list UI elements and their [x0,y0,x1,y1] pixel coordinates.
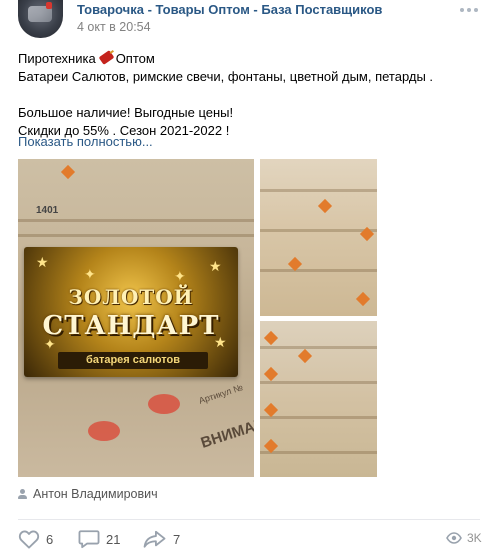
star-icon: ✦ [174,268,186,284]
box-label: 1401 [36,205,59,216]
share-arrow-icon [143,530,166,548]
firecracker-emoji-icon [98,50,115,65]
star-icon: ★ [209,258,222,274]
photo-fireworks-box[interactable]: 1401 Артикул № ВНИМАНИЕ НЕ ПР ★ ★ ✦ ✦ ✦ … [18,159,254,477]
avatar-image-accent [46,2,52,9]
share-count: 7 [173,531,181,547]
banner-title: ЗОЛОТОЙ [68,285,194,309]
more-dots-icon[interactable] [460,4,480,16]
photo-warehouse-stack-2[interactable] [260,321,377,477]
post-card: Товарочка - Товары Оптом - База Поставщи… [0,0,500,550]
box-tape-line [260,451,377,454]
show-more-link[interactable]: Показать полностью... [18,134,153,149]
eye-icon [446,532,462,544]
box-tape-line [18,234,254,237]
post-text-line: Большое наличие! Выгодные цены! [18,105,234,120]
comment-button[interactable]: 21 [78,529,120,549]
box-artikul-text: Артикул № [197,382,245,406]
star-icon: ★ [36,254,49,270]
hazard-diamond-icon [355,291,371,307]
box-tape-line [260,269,377,272]
views-counter: 3K [446,531,482,545]
hazard-diamond-icon [263,402,279,418]
post-text-line: Пиротехника Оптом [18,50,488,68]
hazard-diamond-icon [263,366,279,382]
post-text-word: Оптом [115,51,155,66]
hazard-diamond-icon [297,348,313,364]
hazard-diamond-icon [263,330,279,346]
group-avatar[interactable] [18,0,63,38]
post-date[interactable]: 4 окт в 20:54 [77,20,151,34]
brand-logo-icon [148,394,180,414]
post-text: Пиротехника Оптом Батареи Салютов, римски… [18,50,488,140]
hazard-diamond-icon [317,198,333,214]
heart-icon [18,530,40,549]
views-count: 3K [467,531,482,545]
product-banner: ★ ★ ✦ ✦ ✦ ★ ЗОЛОТОЙ СТАНДАРТ батарея сал… [24,247,238,377]
hazard-diamond-icon [60,164,76,180]
person-icon [18,489,27,499]
brand-logo-icon [88,421,120,441]
post-text-line: Батареи Салютов, римские свечи, фонтаны,… [18,69,434,84]
box-tape-line [260,189,377,192]
comment-icon [78,530,100,549]
share-button[interactable]: 7 [143,529,180,549]
box-tape-line [260,346,377,349]
post-text-blank-line [18,86,488,104]
banner-subtitle: батарея салютов [58,352,208,369]
star-icon: ✦ [84,266,96,282]
photo-warehouse-stack-1[interactable] [260,159,377,316]
box-tape-line [18,219,254,222]
comment-count: 21 [106,531,121,547]
like-count: 6 [46,531,54,547]
box-tape-line [260,416,377,419]
box-tape-line [260,381,377,384]
banner-title: СТАНДАРТ [42,311,220,341]
group-name-link[interactable]: Товарочка - Товары Оптом - База Поставщи… [77,2,382,17]
actions-divider [18,519,480,520]
author-name: Антон Владимирович [33,487,158,501]
box-tape-line [260,229,377,232]
post-author[interactable]: Антон Владимирович [18,487,158,501]
like-button[interactable]: 6 [18,529,53,549]
post-text-word: Пиротехника [18,51,96,66]
